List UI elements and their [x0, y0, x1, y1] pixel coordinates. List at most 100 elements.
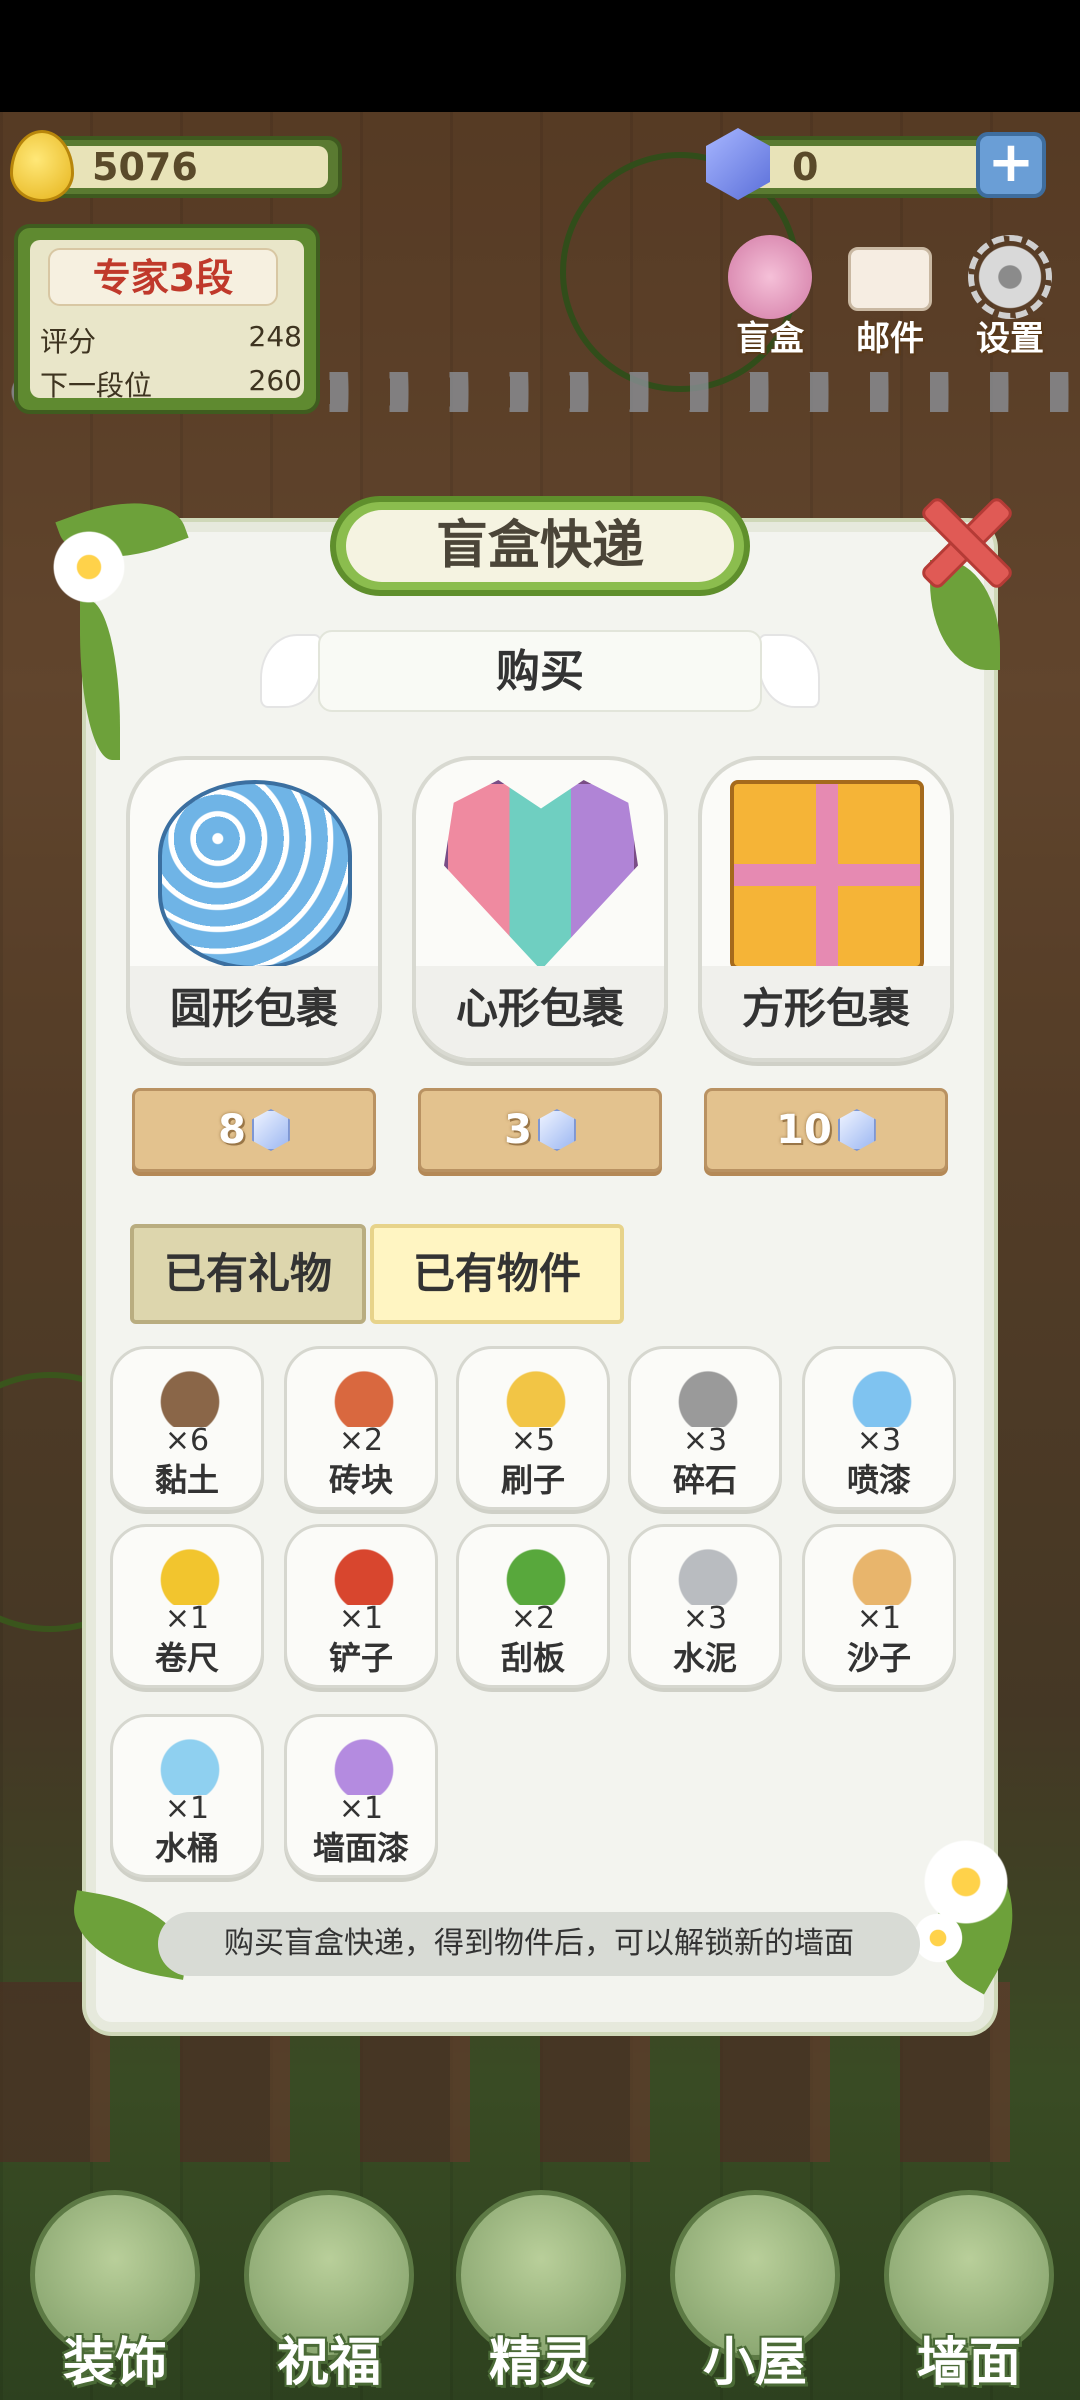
nav-label: 小屋 [702, 2333, 807, 2393]
nav-label: 精灵 [488, 2333, 593, 2393]
diamond-icon [537, 1109, 576, 1151]
sand-icon [837, 1533, 927, 1605]
gem-counter: 0 [736, 136, 1008, 198]
item-name: 砖块 [328, 1461, 393, 1499]
package-heart[interactable]: 心形包裹 [412, 756, 668, 1062]
buy-heart-button[interactable]: 3 [418, 1088, 662, 1172]
brush-icon [491, 1355, 581, 1427]
nav-button[interactable]: 装饰 [22, 2160, 208, 2400]
hint-text: 购买盲盒快递，得到物件后，可以解锁新的墙面 [158, 1912, 920, 1976]
rank-card: 专家3段 评分 248 下一段位 260 [14, 224, 320, 414]
buy-round-button[interactable]: 8 [132, 1088, 376, 1172]
score-row: 评分 248 [40, 320, 302, 360]
inventory-item[interactable]: ×5 刷子 [456, 1346, 610, 1510]
item-name: 沙子 [846, 1639, 911, 1677]
dialog-title-text: 盲盒快递 [346, 510, 734, 582]
diamond-icon [837, 1109, 876, 1151]
settings-button[interactable]: 设置 [962, 235, 1058, 360]
inventory-item[interactable]: ×1 铲子 [284, 1524, 438, 1688]
nav-button[interactable]: 精灵 [448, 2160, 634, 2400]
item-count: ×6 [164, 1423, 210, 1458]
blind-box-button[interactable]: 盲盒 [722, 235, 818, 360]
inventory-item[interactable]: ×2 砖块 [284, 1346, 438, 1510]
inventory-item[interactable]: ×2 刮板 [456, 1524, 610, 1688]
next-rank-label: 下一段位 [40, 369, 153, 402]
item-count: ×1 [164, 1791, 210, 1826]
settings-label: 设置 [976, 319, 1044, 359]
item-name: 喷漆 [846, 1461, 911, 1499]
round-gift-box-icon [158, 780, 352, 970]
mail-button[interactable]: 邮件 [842, 235, 938, 360]
inventory-item[interactable]: ×1 水桶 [110, 1714, 264, 1878]
tab-owned-items[interactable]: 已有物件 [370, 1224, 624, 1324]
inventory-item[interactable]: ×3 碎石 [628, 1346, 782, 1510]
item-name: 水泥 [672, 1639, 737, 1677]
price-value: 10 [776, 1107, 832, 1153]
score-value: 248 [248, 320, 302, 353]
item-count: ×3 [856, 1423, 902, 1458]
spray-paint-icon [837, 1355, 927, 1427]
inventory-item[interactable]: ×6 黏土 [110, 1346, 264, 1510]
item-count: ×1 [856, 1601, 902, 1636]
close-button[interactable] [912, 488, 1012, 588]
package-name: 方形包裹 [702, 966, 950, 1058]
gold-counter: 5076 [36, 136, 342, 198]
item-count: ×2 [510, 1601, 556, 1636]
inventory-item[interactable]: ×1 卷尺 [110, 1524, 264, 1688]
status-bar [0, 0, 1080, 112]
item-count: ×3 [682, 1601, 728, 1636]
nav-button[interactable]: 祝福 [236, 2160, 422, 2400]
item-count: ×2 [338, 1423, 384, 1458]
clay-icon [145, 1355, 235, 1427]
next-rank-value: 260 [248, 364, 302, 397]
water-bucket-icon [145, 1723, 235, 1795]
inventory-item[interactable]: ×1 墙面漆 [284, 1714, 438, 1878]
heart-gift-box-icon [444, 780, 638, 970]
tab-owned-gifts[interactable]: 已有礼物 [130, 1224, 366, 1324]
item-name: 黏土 [154, 1461, 219, 1499]
gem-value: 0 [792, 145, 819, 189]
add-gems-button[interactable]: + [976, 132, 1046, 198]
rank-title: 专家3段 [48, 248, 278, 306]
inventory-item[interactable]: ×1 沙子 [802, 1524, 956, 1688]
item-count: ×5 [510, 1423, 556, 1458]
nav-label: 装饰 [62, 2333, 167, 2393]
item-name: 墙面漆 [312, 1829, 409, 1867]
item-name: 刷子 [500, 1461, 565, 1499]
price-value: 3 [504, 1107, 532, 1153]
buy-section-header: 购买 [318, 630, 762, 712]
buy-square-button[interactable]: 10 [704, 1088, 948, 1172]
square-gift-box-icon [730, 780, 924, 970]
item-name: 卷尺 [154, 1639, 219, 1677]
next-rank-row: 下一段位 260 [40, 364, 302, 404]
package-square[interactable]: 方形包裹 [698, 756, 954, 1062]
dialog-title: 盲盒快递 [330, 496, 750, 596]
shovel-icon [319, 1533, 409, 1605]
nav-label: 祝福 [276, 2333, 381, 2393]
bricks-icon [319, 1355, 409, 1427]
envelope-icon [848, 247, 932, 311]
item-name: 碎石 [672, 1461, 737, 1499]
gravel-icon [663, 1355, 753, 1427]
package-round[interactable]: 圆形包裹 [126, 756, 382, 1062]
score-label: 评分 [40, 325, 97, 358]
scraper-icon [491, 1533, 581, 1605]
nav-button[interactable]: 小屋 [662, 2160, 848, 2400]
inventory-item[interactable]: ×3 水泥 [628, 1524, 782, 1688]
mail-label: 邮件 [856, 319, 924, 359]
wall-paint-icon [319, 1723, 409, 1795]
package-name: 圆形包裹 [130, 966, 378, 1058]
item-name: 铲子 [328, 1639, 393, 1677]
item-count: ×1 [164, 1601, 210, 1636]
inventory-item[interactable]: ×3 喷漆 [802, 1346, 956, 1510]
gear-icon [968, 235, 1052, 319]
daisy-icon [48, 526, 130, 608]
nav-label: 墙面 [916, 2333, 1021, 2393]
gold-value: 5076 [92, 145, 198, 189]
diamond-icon [251, 1109, 290, 1151]
price-value: 8 [218, 1107, 246, 1153]
cement-icon [663, 1533, 753, 1605]
item-name: 刮板 [500, 1639, 565, 1677]
nav-button[interactable]: 墙面 [876, 2160, 1062, 2400]
package-name: 心形包裹 [416, 966, 664, 1058]
